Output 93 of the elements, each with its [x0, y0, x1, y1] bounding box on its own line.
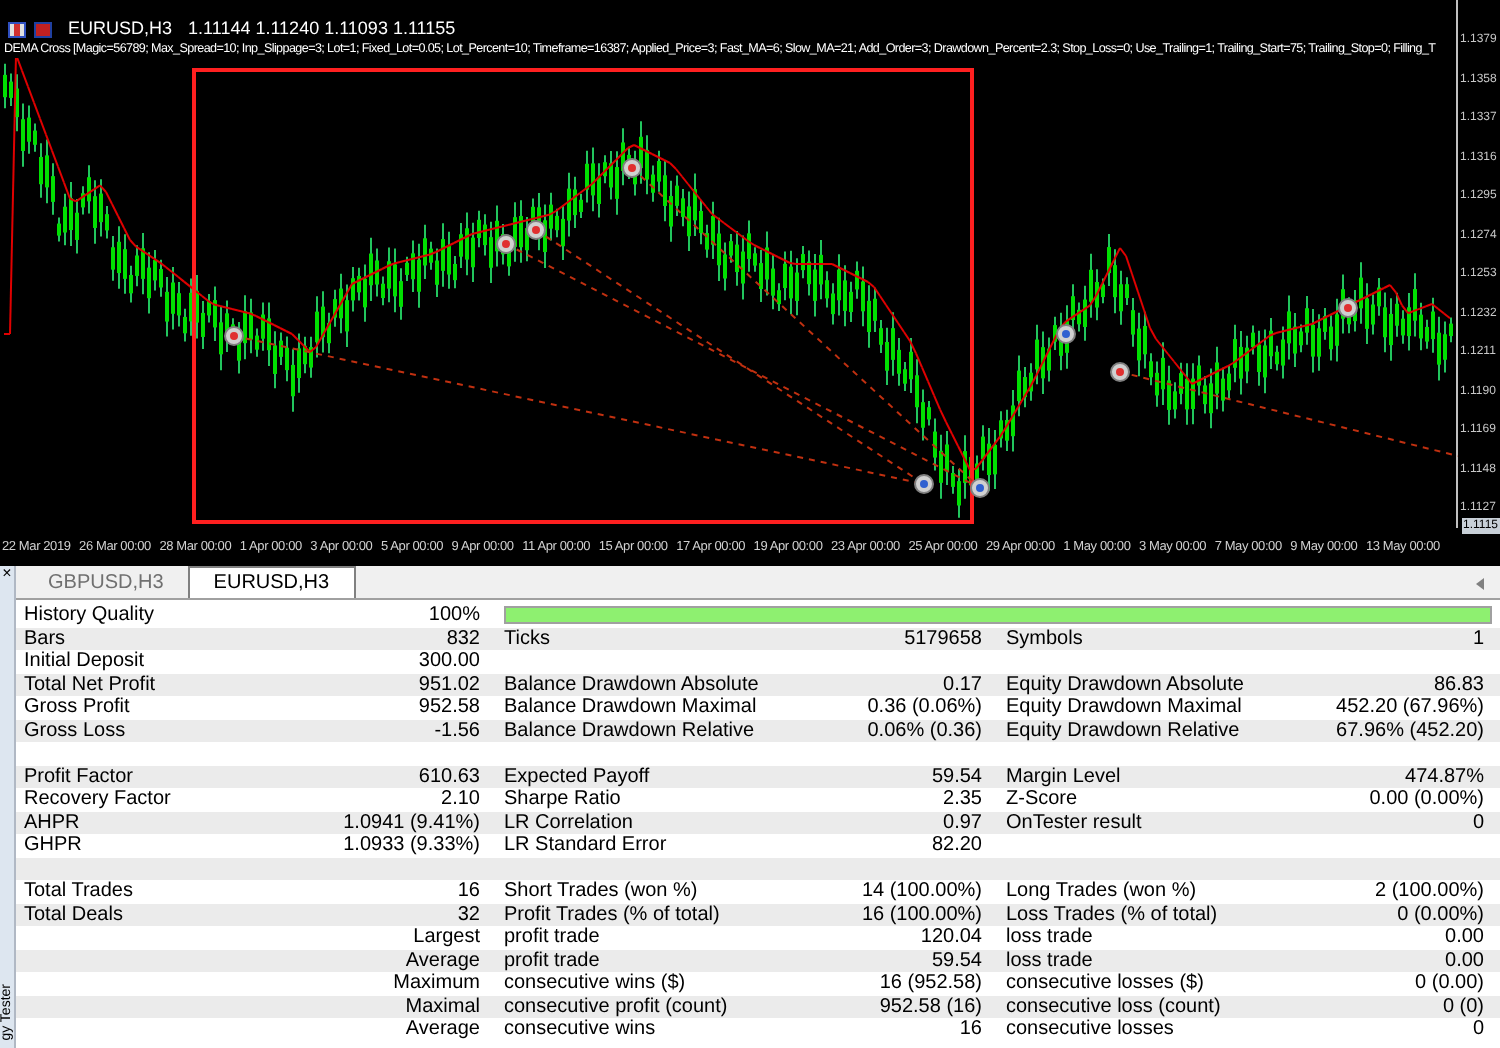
stat-label: Balance Drawdown Relative: [502, 719, 757, 742]
stat-value: 2 (100.00%): [1373, 880, 1486, 903]
symbol-tab[interactable]: EURUSD,H3: [187, 566, 356, 598]
stat-label: Total Net Profit: [22, 673, 158, 696]
close-button[interactable]: ×: [2, 566, 12, 582]
stat-value: 832: [444, 627, 482, 650]
stat-label: Initial Deposit: [22, 650, 147, 673]
stat-label: Balance Drawdown Absolute: [502, 673, 761, 696]
stat-label: consecutive wins ($): [502, 972, 688, 995]
stat-label: Recovery Factor: [22, 788, 173, 811]
stat-value: Maximum: [391, 972, 482, 995]
stat-value: 0: [1470, 1018, 1486, 1041]
stat-label: consecutive loss (count): [1004, 995, 1223, 1018]
stat-label: Total Trades: [22, 880, 135, 903]
stat-label: GHPR: [22, 834, 84, 857]
stat-label: Profit Factor: [22, 765, 135, 788]
stat-label: profit trade: [502, 949, 602, 972]
stat-label: loss trade: [1004, 926, 1095, 949]
stat-label: Total Deals: [22, 903, 125, 926]
stat-label: Long Trades (won %): [1004, 880, 1199, 903]
stat-label: profit trade: [502, 926, 602, 949]
stat-value: Average: [403, 949, 482, 972]
stat-value: 300.00: [416, 650, 482, 673]
stat-label: loss trade: [1004, 949, 1095, 972]
chart-quote: 1.11144 1.11240 1.11093 1.11155: [188, 16, 456, 42]
stat-value: 610.63: [416, 765, 482, 788]
stat-value: 86.83: [1431, 673, 1486, 696]
stat-value: 2.10: [439, 788, 482, 811]
chart-symbol: EURUSD,H3: [68, 16, 173, 42]
stat-value: 59.54: [929, 765, 984, 788]
stat-value: 2.35: [941, 788, 984, 811]
stat-value: -1.56: [432, 719, 482, 742]
stat-label: Sharpe Ratio: [502, 788, 623, 811]
stat-value: 16: [455, 880, 482, 903]
stat-value: 0.00 (0.00%): [1367, 788, 1486, 811]
stat-label: Symbols: [1004, 627, 1085, 650]
stat-label: Balance Drawdown Maximal: [502, 696, 759, 719]
stat-value: 59.54: [929, 949, 984, 972]
stat-label: Profit Trades (% of total): [502, 903, 722, 926]
stat-value: 120.04: [918, 926, 984, 949]
stat-value: 1.0941 (9.41%): [341, 811, 482, 834]
stat-value: 82.20: [929, 834, 984, 857]
stat-value: 952.58: [416, 696, 482, 719]
stat-label: Gross Profit: [22, 696, 132, 719]
stat-label: Short Trades (won %): [502, 880, 700, 903]
stat-value: 952.58 (16): [877, 995, 984, 1018]
stat-value: 0.17: [941, 673, 984, 696]
stat-label: Gross Loss: [22, 719, 128, 742]
stat-value: 0 (0): [1440, 995, 1486, 1018]
stat-label: Equity Drawdown Absolute: [1004, 673, 1246, 696]
stat-value: 474.87%: [1403, 765, 1486, 788]
stat-value: 32: [455, 903, 482, 926]
stat-label: Equity Drawdown Relative: [1004, 719, 1242, 742]
stat-value: 0 (0.00%): [1395, 903, 1486, 926]
stat-value: Largest: [411, 926, 482, 949]
stat-label: LR Standard Error: [502, 834, 669, 857]
stat-label: consecutive wins: [502, 1018, 658, 1041]
stat-value: 452.20 (67.96%): [1334, 696, 1486, 719]
stat-value: 0.36 (0.06%): [865, 696, 984, 719]
stat-label: OnTester result: [1004, 811, 1144, 834]
stat-value: 67.96% (452.20): [1334, 719, 1486, 742]
stat-value: 1: [1470, 627, 1486, 650]
stat-label: Bars: [22, 627, 68, 650]
stat-value: 0.00: [1443, 949, 1486, 972]
stat-value: 16 (100.00%): [859, 903, 984, 926]
stat-value: Maximal: [403, 995, 482, 1018]
stat-value: 0: [1470, 811, 1486, 834]
stat-label: Expected Payoff: [502, 765, 652, 788]
stat-label: Margin Level: [1004, 765, 1123, 788]
stat-value: 0 (0.00): [1413, 972, 1486, 995]
stat-label: consecutive profit (count): [502, 995, 730, 1018]
stat-value: 0.97: [941, 811, 984, 834]
stat-value: 16: [957, 1018, 984, 1041]
stat-label: consecutive losses: [1004, 1018, 1176, 1041]
stat-value: 0.06% (0.36): [865, 719, 984, 742]
stat-value: 951.02: [416, 673, 482, 696]
stat-label: Equity Drawdown Maximal: [1004, 696, 1244, 719]
stat-value: 1.0933 (9.33%): [341, 834, 482, 857]
stat-value: 16 (952.58): [877, 972, 984, 995]
scroll-left-icon[interactable]: [1476, 578, 1484, 590]
stat-value: 14 (100.00%): [859, 880, 984, 903]
symbol-tab[interactable]: GBPUSD,H3: [24, 568, 188, 598]
stat-label: AHPR: [22, 811, 82, 834]
stat-label: LR Correlation: [502, 811, 635, 834]
stat-label: History Quality: [22, 604, 157, 627]
stat-value: 100%: [426, 604, 482, 627]
stat-label: Z-Score: [1004, 788, 1080, 811]
stat-label: Loss Trades (% of total): [1004, 903, 1220, 926]
stat-label: Ticks: [502, 627, 552, 650]
stat-label: consecutive losses ($): [1004, 972, 1206, 995]
stat-value: Average: [403, 1018, 482, 1041]
stat-value: 0.00: [1443, 926, 1486, 949]
stat-value: 5179658: [902, 627, 984, 650]
